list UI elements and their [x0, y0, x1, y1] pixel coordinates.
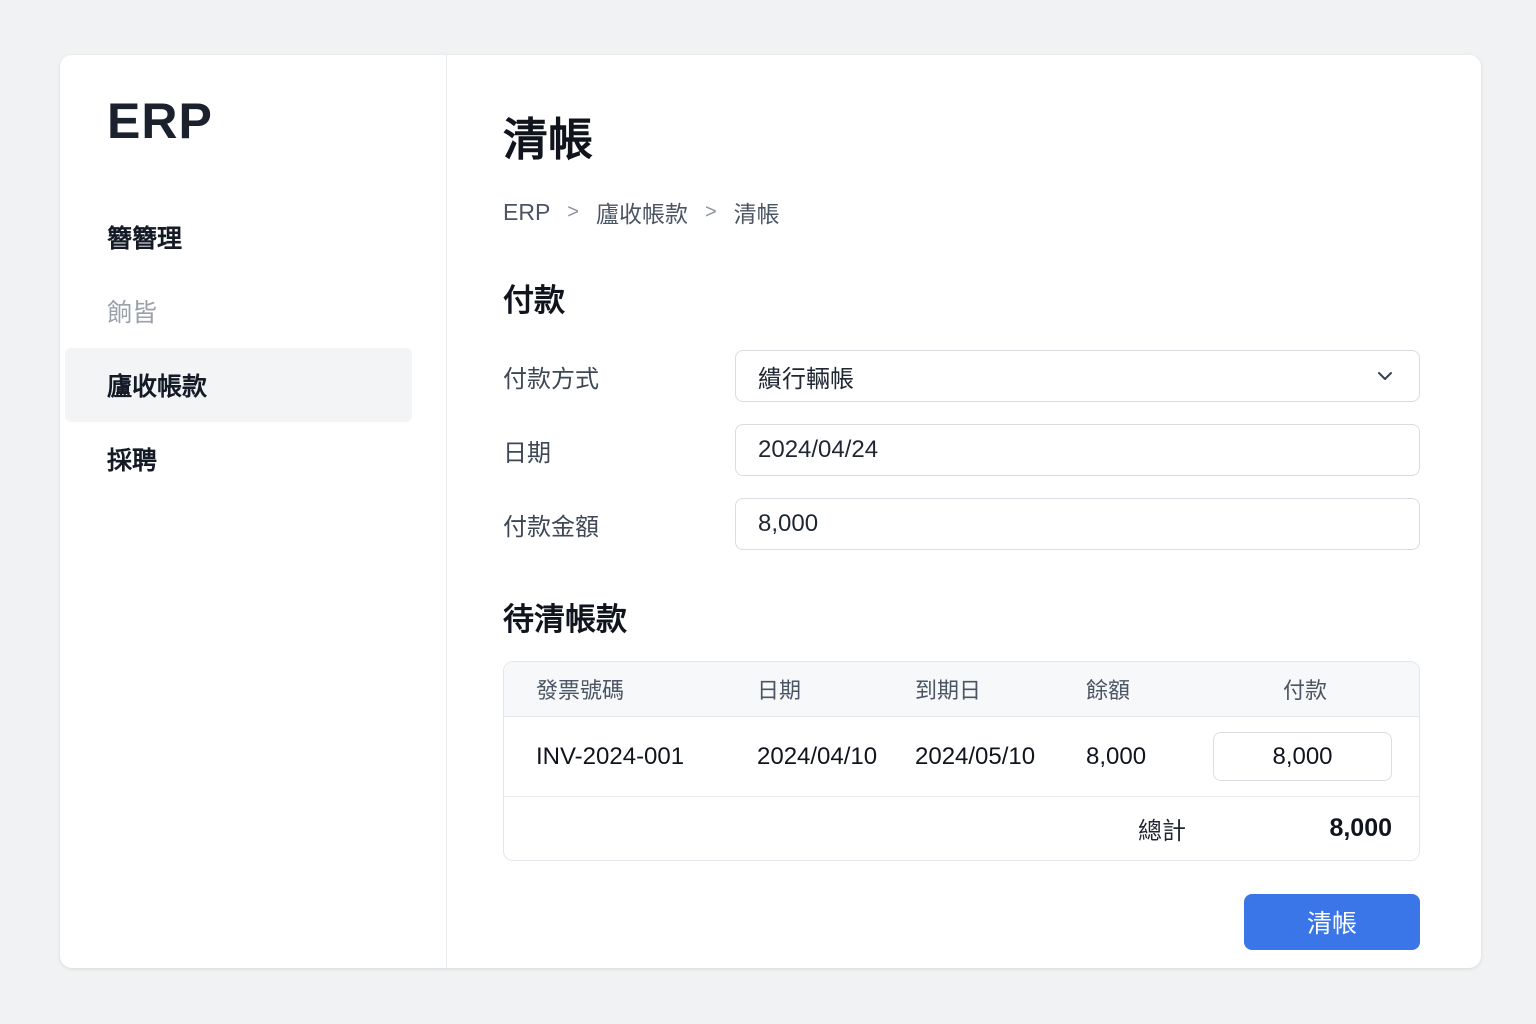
page-title: 清帳 [503, 114, 594, 165]
cell-invoice-no: INV-2024-001 [536, 742, 685, 770]
pending-section-title: 待清帳款 [503, 602, 627, 637]
payment-date-control [735, 424, 1420, 476]
breadcrumb-item-current: 清帳 [733, 201, 780, 227]
payment-date-row: 日期 [503, 424, 1420, 476]
main-content: 清帳 ERP > 廬收帳款 > 清帳 付款 付款方式 繢行輛帳 日期 2024/… [447, 55, 1481, 968]
total-value: 8,000 [1329, 814, 1392, 842]
breadcrumb-separator: > [704, 200, 717, 223]
invoice-table: 發票號碼 日期 到期日 餘額 付款 INV-2024-001 2024/04/1… [503, 661, 1420, 861]
chevron-down-icon [1378, 372, 1392, 380]
payment-date-input[interactable] [758, 436, 1397, 464]
payment-amount-row: 付款金額 [503, 498, 1420, 550]
breadcrumb: ERP > 廬收帳款 > 清帳 [503, 195, 1420, 229]
sidebar-item-label: 廬收帳款 [107, 373, 208, 401]
sidebar-item-management[interactable]: 簪簪理 [60, 200, 446, 274]
col-header-due-date: 到期日 [915, 678, 982, 703]
app-logo: ERP [107, 93, 213, 149]
sidebar-item-sales[interactable]: 餉皆 [60, 274, 446, 348]
row-payment-input[interactable] [1213, 732, 1392, 781]
settle-button[interactable]: 清帳 [1244, 894, 1420, 950]
sidebar-item-label: 簪簪理 [107, 225, 183, 253]
payment-method-value: 繢行輛帳 [758, 365, 854, 393]
payment-amount-label: 付款金額 [503, 513, 599, 541]
payment-section-title: 付款 [503, 283, 565, 318]
cell-date: 2024/04/10 [757, 742, 878, 770]
payment-method-select[interactable]: 繢行輛帳 [735, 350, 1420, 402]
invoice-table-header: 發票號碼 日期 到期日 餘額 付款 [504, 662, 1419, 717]
invoice-table-footer: 總計 8,000 [504, 797, 1419, 860]
cell-due-date: 2024/05/10 [915, 742, 1036, 770]
sidebar-item-label: 餉皆 [107, 299, 158, 327]
payment-form: 付款方式 繢行輛帳 日期 付款金額 [503, 350, 1420, 550]
breadcrumb-item-erp[interactable]: ERP [503, 199, 550, 226]
sidebar-item-accounts-receivable[interactable]: 廬收帳款 [65, 348, 412, 422]
pending-invoices-section: 待清帳款 發票號碼 日期 到期日 餘額 付款 INV-2024-001 2024… [503, 594, 1420, 861]
payment-method-label: 付款方式 [503, 365, 599, 393]
col-header-payment: 付款 [1282, 678, 1327, 703]
col-header-invoice-no: 發票號碼 [536, 678, 625, 703]
total-label: 總計 [1138, 818, 1186, 845]
payment-amount-input[interactable] [758, 510, 1397, 538]
payment-section: 付款 付款方式 繢行輛帳 日期 付款金額 [503, 275, 1420, 550]
col-header-balance: 餘額 [1086, 678, 1131, 703]
app-window: ERP 簪簪理 餉皆 廬收帳款 採聘 清帳 ERP > 廬收帳款 > 清帳 付款… [60, 55, 1481, 968]
sidebar-item-label: 採聘 [107, 447, 158, 475]
col-header-date: 日期 [757, 678, 802, 703]
cell-balance: 8,000 [1086, 742, 1147, 770]
breadcrumb-separator: > [567, 200, 579, 223]
payment-date-label: 日期 [503, 439, 551, 467]
breadcrumb-item-accounts-receivable[interactable]: 廬收帳款 [596, 195, 688, 229]
sidebar-nav: 簪簪理 餉皆 廬收帳款 採聘 [60, 200, 446, 496]
action-row: 清帳 [503, 894, 1420, 950]
payment-method-row: 付款方式 繢行輛帳 [503, 350, 1420, 402]
table-row: INV-2024-001 2024/04/10 2024/05/10 8,000 [504, 717, 1419, 797]
payment-amount-control [735, 498, 1420, 550]
sidebar: ERP 簪簪理 餉皆 廬收帳款 採聘 [60, 55, 447, 968]
sidebar-item-procurement[interactable]: 採聘 [60, 422, 446, 496]
